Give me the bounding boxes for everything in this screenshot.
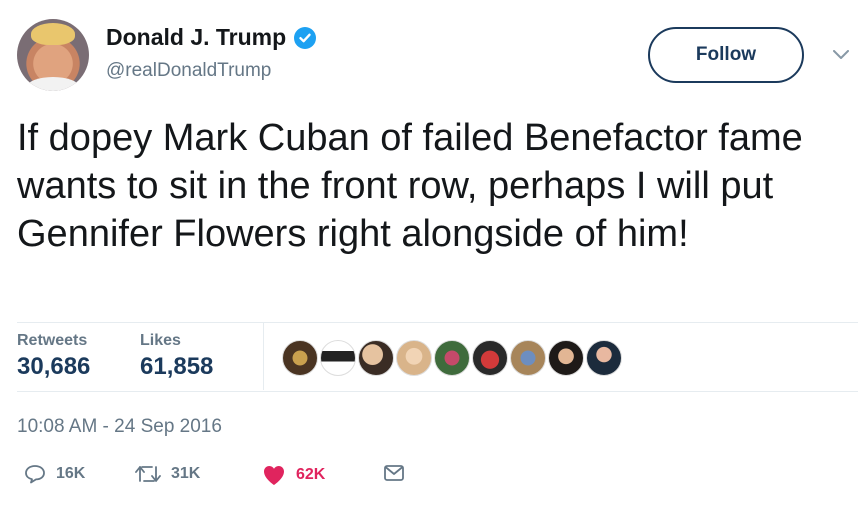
- like-action[interactable]: 62K: [262, 464, 325, 486]
- user-name[interactable]: Donald J. Trump: [106, 24, 317, 51]
- divider-bottom: [17, 391, 858, 392]
- liker-avatars: [282, 340, 624, 376]
- retweets-label[interactable]: Retweets: [17, 332, 87, 350]
- liker-avatar[interactable]: [396, 340, 432, 376]
- user-handle[interactable]: @realDonaldTrump: [106, 60, 271, 82]
- tweet-text: If dopey Mark Cuban of failed Benefactor…: [17, 117, 803, 255]
- reply-icon: [25, 465, 45, 484]
- avatar-hair: [31, 23, 75, 45]
- heart-icon: [264, 466, 284, 485]
- verified-badge-icon: [294, 26, 317, 49]
- message-action[interactable]: [383, 464, 415, 482]
- avatar[interactable]: [17, 19, 89, 91]
- likes-count[interactable]: 61,858: [140, 353, 213, 381]
- reply-action[interactable]: 16K: [24, 464, 85, 484]
- liker-avatar[interactable]: [586, 340, 622, 376]
- user-name-text[interactable]: Donald J. Trump: [106, 24, 286, 51]
- follow-button[interactable]: Follow: [648, 27, 804, 83]
- liker-avatar[interactable]: [510, 340, 546, 376]
- avatar-shirt: [27, 77, 79, 91]
- retweet-count: 31K: [171, 465, 201, 482]
- divider-top: [17, 322, 858, 323]
- liker-avatar[interactable]: [320, 340, 356, 376]
- reply-count: 16K: [56, 465, 86, 482]
- envelope-icon: [384, 465, 404, 481]
- retweet-icon: [135, 466, 161, 482]
- like-count: 62K: [296, 466, 326, 483]
- tweet-timestamp[interactable]: 10:08 AM - 24 Sep 2016: [17, 416, 222, 438]
- stats-separator: [263, 322, 264, 390]
- liker-avatar[interactable]: [472, 340, 508, 376]
- liker-avatar[interactable]: [282, 340, 318, 376]
- retweets-count[interactable]: 30,686: [17, 353, 90, 381]
- chevron-down-icon[interactable]: [833, 47, 849, 65]
- liker-avatar[interactable]: [358, 340, 394, 376]
- liker-avatar[interactable]: [434, 340, 470, 376]
- liker-avatar[interactable]: [548, 340, 584, 376]
- likes-label[interactable]: Likes: [140, 332, 181, 350]
- retweet-action[interactable]: 31K: [135, 464, 200, 484]
